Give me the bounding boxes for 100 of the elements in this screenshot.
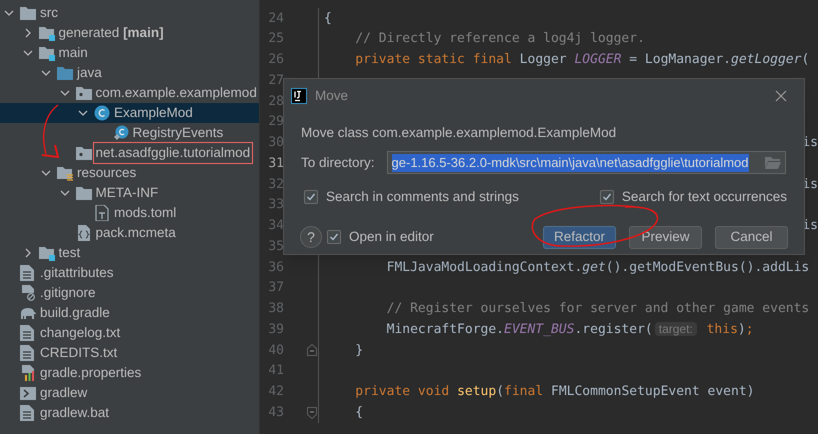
code-line: // Register ourselves for server and other game events: [386, 300, 810, 318]
module-folder-icon: [38, 246, 54, 260]
tree-item[interactable]: gradle.properties: [0, 363, 259, 383]
line-number: 39: [267, 320, 284, 339]
chevron-down-icon[interactable]: [4, 8, 14, 18]
close-button[interactable]: [775, 90, 787, 102]
tree-item[interactable]: RegistryEvents: [0, 123, 259, 143]
tree-item-label: META-INF: [94, 184, 160, 202]
tree-item-label: test: [58, 244, 82, 262]
line-number: 43: [267, 404, 284, 422]
line-number: 40: [267, 342, 284, 360]
code-line: {: [324, 10, 332, 28]
line-number: 33: [267, 196, 284, 214]
tree-item[interactable]: gradlew.bat: [0, 403, 259, 423]
tree-item[interactable]: generated [main]: [0, 23, 259, 43]
line-number: 32: [267, 176, 284, 194]
chevron-down-icon[interactable]: [78, 108, 88, 118]
tree-item[interactable]: build.gradle: [0, 303, 259, 323]
tree-item[interactable]: java: [0, 63, 259, 83]
tree-item-label: ExampleMod: [113, 104, 194, 122]
elephant-icon: [20, 306, 36, 320]
tree-item-label: changelog.txt: [39, 324, 122, 342]
code-line: private void setup(final FMLCommonSetupEvent event): [354, 383, 754, 402]
tree-item[interactable]: src: [0, 3, 259, 23]
tree-item[interactable]: resources: [0, 163, 259, 183]
chevron-down-icon[interactable]: [60, 88, 70, 98]
checkbox[interactable]: [600, 190, 614, 204]
tree-item-label: java: [76, 64, 103, 82]
module-folder-icon: [38, 46, 54, 60]
tree-item-label: net.asadfgglie.tutorialmod: [94, 142, 252, 164]
tree-item[interactable]: mods.toml: [0, 203, 259, 223]
tree-item-label: gradle.properties: [39, 364, 142, 382]
tree-item[interactable]: META-INF: [0, 183, 259, 203]
help-button[interactable]: ?: [300, 226, 322, 248]
dialog-title: Move: [315, 86, 348, 105]
close-icon: [775, 90, 787, 102]
config-file-icon: [94, 205, 110, 221]
checkbox[interactable]: [304, 190, 318, 204]
tree-item[interactable]: net.asadfgglie.tutorialmod: [0, 143, 259, 163]
code-line: private static final Logger LOGGER = LogManager.getLogger(: [354, 51, 810, 70]
dialog-message: Move class com.example.examplemod.ExampleMod: [301, 124, 618, 142]
tree-item[interactable]: .gitattributes: [0, 263, 259, 283]
tree-item-label: src: [39, 4, 59, 22]
module-folder-icon: [38, 26, 54, 40]
line-number: 36: [267, 258, 284, 277]
check-icon: [306, 192, 316, 202]
line-number: 27: [267, 72, 284, 90]
text-file-icon: [20, 345, 34, 361]
checkbox-label: Open in editor: [349, 228, 434, 246]
tree-item-label: RegistryEvents: [132, 124, 224, 142]
fold-icon[interactable]: [307, 406, 317, 419]
directory-field[interactable]: ge-1.16.5-36.2.0-mdk\src\main\java\net\asadfgglie\tutorialmod: [386, 151, 786, 174]
tree-item-label: CREDITS.txt: [39, 344, 118, 362]
tree-item[interactable]: .gitignore: [0, 283, 259, 303]
code-line: // Directly reference a log4j logger.: [354, 30, 645, 48]
class-icon: [94, 105, 110, 121]
app-logo-icon: [291, 88, 307, 104]
line-number: 42: [267, 383, 284, 402]
tree-item[interactable]: test: [0, 243, 259, 263]
class-icon: [112, 125, 128, 141]
line-number: 24: [267, 10, 284, 28]
fold-icon[interactable]: [307, 344, 317, 356]
tree-item[interactable]: ExampleMod: [0, 103, 259, 123]
line-number: 25: [267, 30, 284, 48]
line-number: 38: [267, 300, 284, 318]
tree-item-label: generated [main]: [58, 24, 165, 42]
json-file-icon: [76, 225, 92, 241]
line-number: 30: [267, 134, 284, 152]
field-label: To directory:: [301, 154, 375, 172]
tree-item-label: .gitignore: [39, 284, 97, 302]
package-icon: [76, 146, 92, 160]
line-number: 41: [267, 362, 284, 380]
text-file-icon: [20, 265, 34, 281]
checkbox[interactable]: [327, 230, 341, 244]
dialog-button[interactable]: Cancel: [715, 226, 788, 248]
checkbox-label: Search in comments and strings: [326, 188, 519, 206]
primary-button[interactable]: Refactor: [543, 226, 616, 248]
properties-file-icon: [20, 365, 36, 381]
chevron-down-icon[interactable]: [41, 168, 51, 178]
line-number: 35: [267, 238, 284, 256]
folder-icon: [20, 6, 36, 20]
dialog-button[interactable]: Preview: [629, 226, 702, 248]
tree-item[interactable]: changelog.txt: [0, 323, 259, 343]
chevron-right-icon[interactable]: [22, 28, 32, 38]
tree-item[interactable]: gradlew: [0, 383, 259, 403]
tree-item[interactable]: com.example.examplemod: [0, 83, 259, 103]
line-number: 34: [267, 217, 284, 236]
parameter-hint: target:: [654, 322, 697, 336]
tree-item[interactable]: pack.mcmeta: [0, 223, 259, 243]
tree-item[interactable]: CREDITS.txt: [0, 343, 259, 363]
chevron-down-icon[interactable]: [22, 48, 32, 58]
tree-item[interactable]: main: [0, 43, 259, 63]
package-icon: [76, 86, 92, 100]
chevron-right-icon[interactable]: [22, 248, 32, 258]
tree-item-label: gradlew: [39, 384, 88, 402]
chevron-down-icon[interactable]: [60, 188, 70, 198]
tree-item-label: com.example.examplemod: [94, 84, 258, 102]
chevron-down-icon[interactable]: [41, 68, 51, 78]
ignore-file-icon: [20, 285, 36, 301]
line-number: 26: [267, 51, 284, 70]
